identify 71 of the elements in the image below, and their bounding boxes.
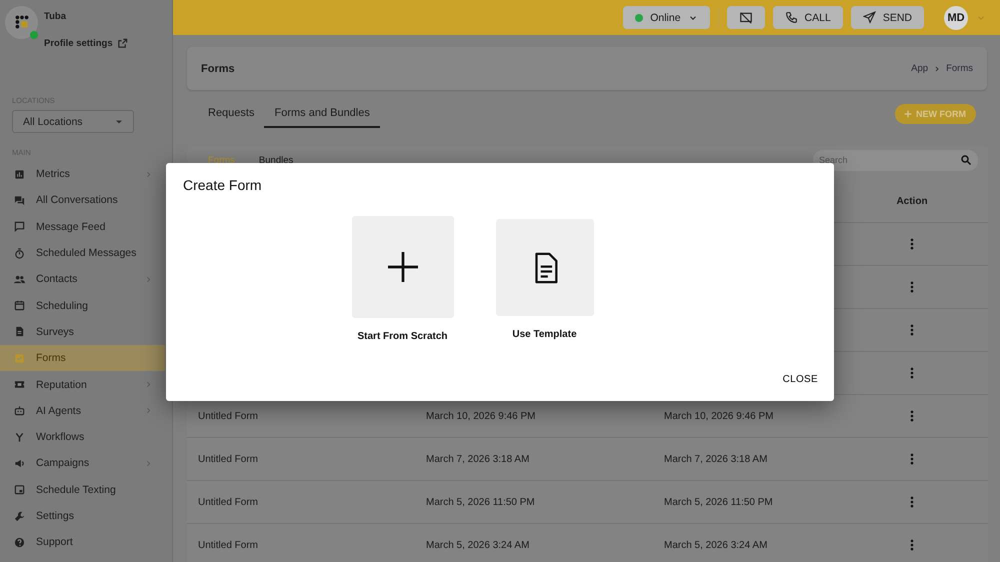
table-cell-text: March 10, 2026 9:46 PM	[426, 410, 537, 422]
screen-off-icon	[738, 10, 753, 24]
screen-share-off-button[interactable]	[726, 6, 765, 29]
sidebar-item[interactable]: Scheduling	[0, 292, 165, 319]
table-cell-text: March 5, 2026 3:24 AM	[426, 540, 530, 550]
document-icon	[14, 326, 25, 338]
sidebar-item[interactable]: Surveys	[0, 318, 165, 346]
sidebar-item[interactable]: Schedule Texting	[0, 476, 165, 503]
search-field[interactable]: Search	[813, 150, 978, 170]
search-icon	[960, 154, 972, 166]
sidebar-item[interactable]: Reputation	[0, 371, 165, 398]
sidebar-item[interactable]: All Conversations	[0, 187, 165, 214]
table-cell-text: March 5, 2026 11:50 PM	[664, 496, 774, 508]
robot-icon	[14, 405, 25, 416]
sidebar-item[interactable]: Workflows	[0, 424, 165, 450]
stopwatch-icon	[14, 248, 25, 259]
table-cell-text: Untitled Form	[197, 496, 260, 508]
help-icon	[14, 536, 25, 548]
table-cell-text: March 10, 2026 9:46 PM	[664, 410, 775, 422]
status-button[interactable]: Online	[623, 6, 710, 29]
table-cell-text: March 7, 2026 3:18 AM	[426, 454, 530, 464]
people-icon	[14, 274, 25, 285]
sidebar-item[interactable]: Support	[0, 529, 165, 556]
use-template-tile[interactable]	[496, 219, 594, 316]
external-link-icon	[116, 38, 128, 49]
breadcrumb-link[interactable]: Forms	[946, 63, 973, 74]
phone-icon	[784, 11, 798, 24]
table-cell-text: Untitled Form	[197, 454, 260, 464]
sidebar-item[interactable]: Settings	[0, 502, 165, 530]
chat-bubbles-icon	[14, 194, 25, 206]
option-label: Start From Scratch	[357, 331, 448, 342]
table-cell-text: March 7, 2026 3:18 AM	[664, 454, 768, 464]
profile-settings-link[interactable]: Profile settings	[44, 38, 128, 49]
table-cell-text: March 5, 2026 11:50 PM	[426, 496, 536, 508]
sub-tab[interactable]: Bundles	[248, 154, 304, 166]
sidebar-item[interactable]: Forms	[0, 345, 165, 372]
option-label: Use Template	[512, 329, 577, 340]
megaphone-icon	[14, 458, 25, 469]
sidebar-item[interactable]: Contacts	[0, 266, 165, 292]
branch-icon	[14, 432, 25, 443]
user-avatar[interactable]: MD	[944, 6, 968, 30]
page-title: Forms	[201, 62, 235, 74]
call-button[interactable]: CALL	[772, 6, 843, 29]
breadcrumb-link[interactable]: App	[911, 63, 928, 74]
wrench-icon	[14, 510, 25, 522]
sidebar-item[interactable]: Campaigns	[0, 450, 165, 477]
sidebar-item[interactable]: Metrics	[0, 161, 165, 188]
column-header: Action	[895, 196, 929, 206]
calendar-icon	[14, 300, 25, 312]
close-button[interactable]: CLOSE	[778, 370, 822, 389]
table-cell-text: Untitled Form	[197, 410, 260, 422]
chat-bubble-icon	[14, 221, 25, 232]
dialog-title: Create Form	[183, 177, 263, 193]
tab[interactable]: Forms and Bundles	[264, 100, 380, 128]
tab[interactable]: Requests	[198, 100, 264, 128]
send-button[interactable]: SEND	[850, 6, 924, 29]
send-icon	[862, 11, 876, 24]
sidebar-item[interactable]: Scheduled Messages	[0, 240, 165, 266]
chart-icon	[14, 168, 25, 180]
start-from-scratch-tile[interactable]	[352, 216, 454, 318]
plus-icon	[903, 109, 913, 119]
workspace-name: Tuba	[44, 11, 68, 22]
calendar-icon	[14, 484, 25, 496]
checkbox-icon	[14, 352, 25, 364]
chevron-right-icon	[933, 64, 942, 72]
ticket-icon	[14, 379, 25, 390]
table-cell-text: Untitled Form	[197, 540, 260, 550]
sidebar-item[interactable]: AI Agents	[0, 398, 165, 424]
location-select[interactable]: All Locations	[12, 110, 134, 133]
sidebar-item[interactable]: Message Feed	[0, 214, 165, 240]
table-cell-text: March 5, 2026 3:24 AM	[664, 540, 768, 550]
